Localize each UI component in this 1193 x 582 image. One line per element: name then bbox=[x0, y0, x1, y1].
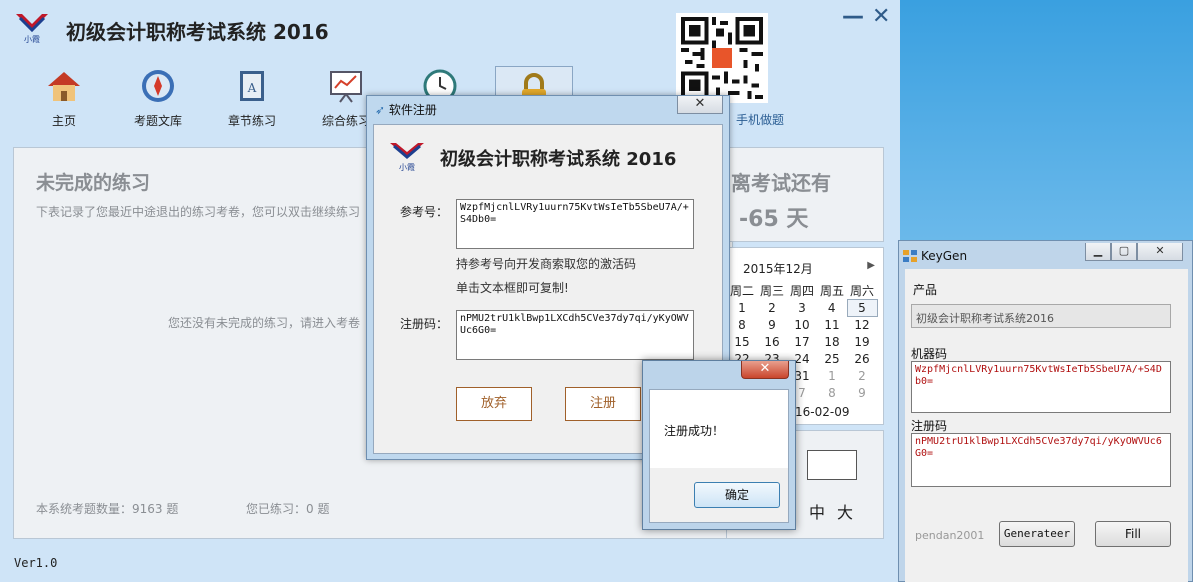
calendar-day[interactable]: 8 bbox=[727, 317, 757, 334]
calendar-date-text: 16-02-09 bbox=[795, 405, 850, 419]
product-label: 产品 bbox=[913, 283, 938, 297]
keygen-code-label: 注册码 bbox=[911, 419, 948, 433]
give-up-button[interactable]: 放弃 bbox=[456, 387, 532, 421]
calendar-day[interactable]: 3 bbox=[787, 300, 817, 317]
compass-icon bbox=[138, 66, 178, 106]
keygen-code-field[interactable]: nPMU2trU1klBwp1LXCdh5CVe37dy7qi/yKyOWVUc… bbox=[911, 433, 1171, 487]
calendar-day-next-month[interactable]: 2 bbox=[847, 368, 877, 385]
done-count: 您已练习：0 题 bbox=[246, 502, 330, 516]
exam-countdown-days: -65 天 bbox=[739, 207, 809, 232]
weekday-label: 周二 bbox=[729, 284, 754, 299]
calendar-day[interactable]: 15 bbox=[727, 334, 757, 351]
svg-text:A: A bbox=[247, 81, 257, 95]
success-body: 注册成功！ 确定 bbox=[649, 389, 789, 523]
calendar-day-selected[interactable]: 5 bbox=[846, 299, 878, 317]
app-logo-text: 小霞 bbox=[24, 35, 40, 44]
calendar-day[interactable]: 16 bbox=[757, 334, 787, 351]
unfinished-empty-text: 您还没有未完成的练习，请进入考卷 bbox=[168, 316, 361, 330]
keygen-app-icon bbox=[903, 250, 917, 262]
machine-code-label: 机器码 bbox=[911, 347, 948, 361]
font-size-medium[interactable]: 中 bbox=[809, 499, 825, 523]
weekday-label: 周三 bbox=[759, 284, 784, 299]
app-logo: 小霞 bbox=[16, 14, 48, 44]
calendar-day-next-month[interactable]: 8 bbox=[817, 385, 847, 402]
success-message: 注册成功！ bbox=[664, 424, 725, 438]
font-size-large[interactable]: 大 bbox=[837, 499, 853, 523]
calendar-day[interactable]: 25 bbox=[817, 351, 847, 368]
unfinished-heading: 未完成的练习 bbox=[36, 172, 151, 194]
nav-question-bank[interactable]: 考题文库 bbox=[118, 66, 198, 129]
keygen-maximize-button[interactable]: ▢ bbox=[1111, 243, 1137, 261]
weekday-label: 周四 bbox=[789, 284, 814, 299]
success-message-area: 注册成功！ bbox=[650, 390, 788, 468]
success-close-button[interactable]: ✕ bbox=[741, 361, 789, 379]
calendar-day[interactable]: 4 bbox=[817, 300, 847, 317]
key-icon: ➶ bbox=[375, 103, 386, 117]
app-title: 初级会计职称考试系统 2016 bbox=[66, 20, 329, 44]
registration-caption-text: 软件注册 bbox=[388, 103, 437, 117]
calendar-day[interactable]: 1 bbox=[727, 300, 757, 317]
calendar-day[interactable]: 18 bbox=[817, 334, 847, 351]
nav-home-label: 主页 bbox=[51, 114, 76, 128]
calendar-day-next-month[interactable]: 9 bbox=[847, 385, 877, 402]
calendar-day-next-month[interactable]: 1 bbox=[817, 368, 847, 385]
question-count: 本系统考题数量：9163 题 bbox=[36, 502, 179, 516]
calendar-day[interactable]: 12 bbox=[847, 317, 877, 334]
nav-home[interactable]: 主页 bbox=[24, 66, 104, 129]
calendar-month: 2015年12月 bbox=[743, 262, 813, 276]
nav-mobile-label[interactable]: 手机做题 bbox=[736, 111, 784, 128]
reference-label: 参考号： bbox=[400, 205, 449, 219]
calendar-next-icon[interactable]: ▶ bbox=[867, 260, 875, 271]
keygen-body: 产品 初级会计职称考试系统2016 机器码 WzpfMjcnlLVRy1uurn… bbox=[905, 269, 1188, 582]
copy-hint: 单击文本框即可复制! bbox=[456, 281, 569, 295]
calendar-day[interactable]: 19 bbox=[847, 334, 877, 351]
calendar-day[interactable]: 11 bbox=[817, 317, 847, 334]
weekday-label: 周六 bbox=[849, 284, 874, 298]
registration-caption: ➶ 软件注册 bbox=[375, 101, 437, 118]
generate-button[interactable]: Generateer bbox=[999, 521, 1075, 547]
book-icon: A bbox=[232, 66, 272, 106]
font-size-input[interactable] bbox=[807, 450, 857, 480]
nav-question-bank-label: 考题文库 bbox=[133, 114, 182, 128]
registration-close-button[interactable]: ✕ bbox=[677, 96, 723, 114]
presentation-icon bbox=[326, 66, 366, 106]
calendar-day[interactable]: 10 bbox=[787, 317, 817, 334]
calendar-day[interactable]: 17 bbox=[787, 334, 817, 351]
version-label: Ver1.0 bbox=[14, 556, 58, 570]
weekday-label: 周五 bbox=[819, 284, 844, 299]
register-button[interactable]: 注册 bbox=[565, 387, 641, 421]
keygen-minimize-button[interactable]: ▁ bbox=[1085, 243, 1111, 261]
calendar-day[interactable]: 26 bbox=[847, 351, 877, 368]
author-label: pendan2001 bbox=[915, 529, 985, 542]
qr-code bbox=[676, 13, 768, 103]
reference-code-field[interactable]: WzpfMjcnlLVRy1uurn75KvtWsIeTb5SbeU7A/+S4… bbox=[456, 199, 694, 249]
keygen-close-button[interactable]: ✕ bbox=[1137, 243, 1183, 261]
success-dialog: ✕ 注册成功！ 确定 bbox=[642, 360, 796, 530]
exam-countdown-title: 离考试还有 bbox=[731, 171, 831, 195]
calendar-day[interactable]: 9 bbox=[757, 317, 787, 334]
registration-logo: 小霞 bbox=[390, 143, 424, 172]
registration-title: 初级会计职称考试系统 2016 bbox=[440, 149, 677, 170]
registration-code-field[interactable]: nPMU2trU1klBwp1LXCdh5CVe37dy7qi/yKyOWVUc… bbox=[456, 310, 694, 360]
fill-button[interactable]: Fill bbox=[1095, 521, 1171, 547]
keygen-caption: KeyGen bbox=[921, 249, 968, 263]
nav-chapter-practice[interactable]: A 章节练习 bbox=[212, 66, 292, 129]
unfinished-subtitle: 下表记录了您最近中途退出的练习考卷，您可以双击继续练习 bbox=[36, 205, 361, 219]
keygen-window: KeyGen ▁ ▢ ✕ 产品 初级会计职称考试系统2016 机器码 WzpfM… bbox=[898, 240, 1193, 582]
registration-code-label: 注册码： bbox=[400, 317, 449, 331]
machine-code-field[interactable]: WzpfMjcnlLVRy1uurn75KvtWsIeTb5SbeU7A/+S4… bbox=[911, 361, 1171, 413]
exam-countdown-panel: 离考试还有 -65 天 bbox=[726, 147, 884, 242]
close-button[interactable]: ✕ bbox=[872, 4, 890, 29]
reference-hint: 持参考号向开发商索取您的激活码 bbox=[456, 257, 637, 271]
ok-button[interactable]: 确定 bbox=[694, 482, 780, 508]
product-field: 初级会计职称考试系统2016 bbox=[911, 304, 1171, 328]
calendar-day[interactable]: 2 bbox=[757, 300, 787, 317]
registration-logo-text: 小霞 bbox=[399, 163, 415, 171]
home-icon bbox=[44, 66, 84, 106]
minimize-button[interactable]: — bbox=[842, 4, 864, 29]
nav-chapter-practice-label: 章节练习 bbox=[227, 114, 276, 128]
